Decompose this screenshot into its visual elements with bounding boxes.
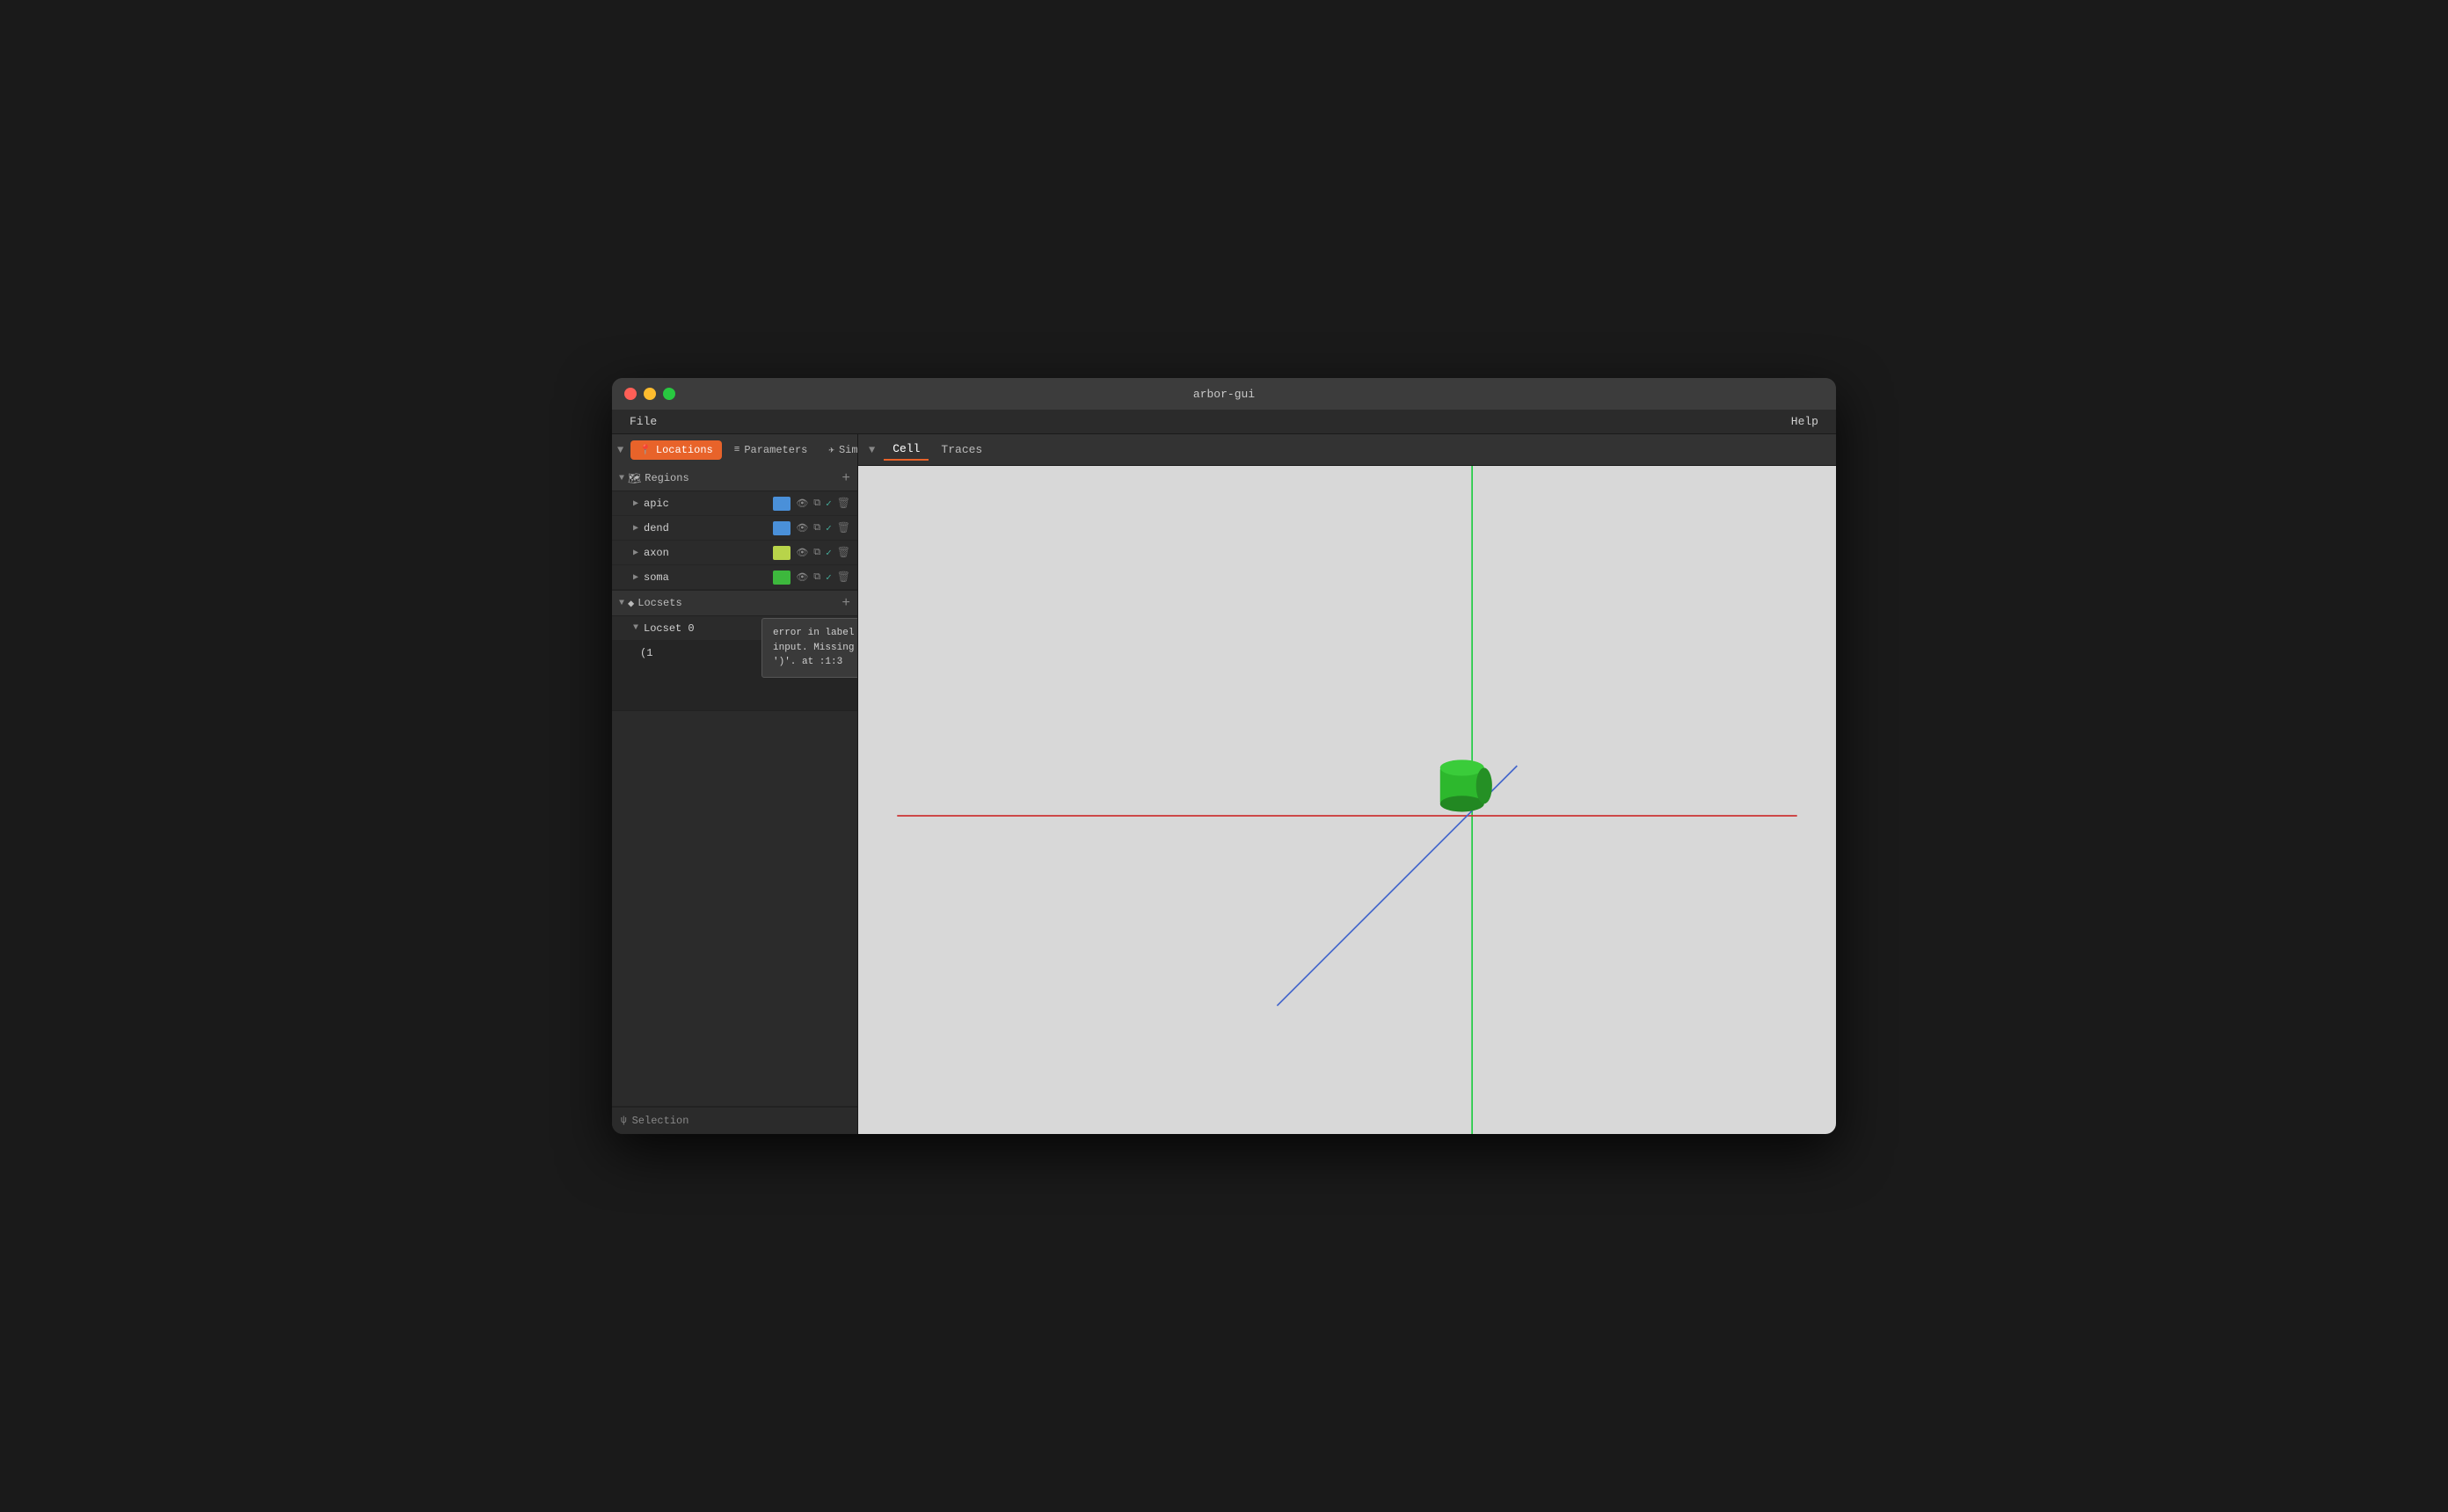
regions-add-button[interactable]: + [842, 471, 850, 485]
left-tab-bar: ▼ 📍 Locations ≡ Parameters ✈ Simulation [612, 434, 857, 466]
soma-check-icon: ✓ [826, 571, 832, 584]
dend-name: dend [644, 522, 773, 534]
region-row-apic: ▶ apic 👁 ⧉ ✓ 🗑 [612, 491, 857, 516]
axon-color-swatch[interactable] [773, 546, 790, 560]
regions-map-icon: 🗺 [628, 472, 641, 485]
locset0-icons: ◉ ⧉ ⚠ [802, 622, 832, 635]
apic-expand-arrow[interactable]: ▶ [633, 498, 638, 509]
apic-name: apic [644, 498, 773, 510]
left-content: ▼ 🗺 Regions + ▶ apic 👁 ⧉ ✓ 🗑 [612, 466, 857, 1106]
file-menu[interactable]: File [623, 413, 664, 430]
locations-icon: 📍 [639, 444, 652, 456]
soma-color-swatch[interactable] [773, 571, 790, 585]
locsets-section-header: ▼ ◆ Locsets + [612, 591, 857, 616]
axon-icons: 👁 ⧉ ✓ [796, 547, 831, 559]
soma-eye-icon[interactable]: 👁 [796, 571, 808, 584]
scene-svg [858, 466, 1836, 1134]
axon-name: axon [644, 547, 773, 559]
locset0-expand-arrow[interactable]: ▼ [633, 623, 638, 633]
tab-locations[interactable]: 📍 Locations [630, 440, 722, 460]
locset0-copy-icon[interactable]: ⧉ [813, 623, 820, 634]
locset0-code-area[interactable]: (1 [612, 641, 857, 711]
locset0-trash-icon[interactable]: 🗑 [837, 622, 850, 635]
regions-section-header: ▼ 🗺 Regions + [612, 466, 857, 491]
window-title: arbor-gui [1193, 388, 1255, 401]
locsets-title: Locsets [638, 597, 842, 609]
tab-locations-label: Locations [656, 444, 713, 456]
tab-cell[interactable]: Cell [884, 439, 929, 461]
dend-eye-icon[interactable]: 👁 [796, 522, 808, 534]
axon-copy-icon[interactable]: ⧉ [813, 548, 820, 558]
app-window: arbor-gui File Help ▼ 📍 Locations ≡ Para… [612, 378, 1836, 1134]
locset0-name: Locset 0 [644, 622, 779, 635]
maximize-button[interactable] [663, 388, 675, 400]
app-body: ▼ 📍 Locations ≡ Parameters ✈ Simulation … [612, 434, 1836, 1134]
dend-expand-arrow[interactable]: ▶ [633, 523, 638, 534]
apic-trash-icon[interactable]: 🗑 [837, 497, 850, 510]
filter-icon: ▼ [617, 444, 623, 456]
locset-row-0: ▼ Locset 0 ◉ ⧉ ⚠ 🗑 error in label descri… [612, 616, 857, 641]
dend-trash-icon[interactable]: 🗑 [837, 521, 850, 534]
viewport-background [897, 466, 1796, 1134]
close-button[interactable] [624, 388, 637, 400]
region-row-dend: ▶ dend 👁 ⧉ ✓ 🗑 [612, 516, 857, 541]
soma-expand-arrow[interactable]: ▶ [633, 572, 638, 583]
parameters-icon: ≡ [734, 445, 740, 455]
menu-bar: File Help [612, 410, 1836, 434]
regions-arrow[interactable]: ▼ [619, 474, 624, 483]
left-panel: ▼ 📍 Locations ≡ Parameters ✈ Simulation … [612, 434, 858, 1134]
locset0-code-text: (1 [640, 647, 652, 659]
axon-trash-icon[interactable]: 🗑 [837, 546, 850, 559]
apic-eye-icon[interactable]: 👁 [796, 498, 808, 510]
dend-check-icon: ✓ [826, 522, 832, 534]
dend-icons: 👁 ⧉ ✓ [796, 522, 831, 534]
apic-icons: 👁 ⧉ ✓ [796, 498, 831, 510]
minimize-button[interactable] [644, 388, 656, 400]
soma-copy-icon[interactable]: ⧉ [813, 572, 820, 583]
soma-name: soma [644, 571, 773, 584]
axon-expand-arrow[interactable]: ▶ [633, 548, 638, 558]
3d-viewport[interactable] [858, 466, 1836, 1134]
soma-icons: 👁 ⧉ ✓ [796, 571, 831, 584]
title-bar: arbor-gui [612, 378, 1836, 410]
locset0-eye-icon[interactable]: ◉ [802, 622, 808, 635]
right-tab-bar: ▼ Cell Traces [858, 434, 1836, 466]
simulation-icon: ✈ [828, 444, 834, 456]
selection-label: Selection [632, 1115, 689, 1127]
selection-section: ψ Selection [612, 1106, 857, 1134]
locset0-color-swatch[interactable] [779, 622, 797, 636]
locset0-warning-icon: ⚠ [826, 622, 832, 635]
tab-parameters-label: Parameters [744, 444, 807, 456]
selection-psi-icon: ψ [621, 1116, 627, 1126]
window-controls [624, 388, 675, 400]
soma-trash-icon[interactable]: 🗑 [837, 571, 850, 584]
locsets-diamond-icon: ◆ [628, 597, 634, 610]
dend-color-swatch[interactable] [773, 521, 790, 535]
axon-check-icon: ✓ [826, 547, 832, 559]
help-menu[interactable]: Help [1784, 413, 1825, 430]
apic-color-swatch[interactable] [773, 497, 790, 511]
right-panel: ▼ Cell Traces [858, 434, 1836, 1134]
locsets-add-button[interactable]: + [842, 596, 850, 610]
apic-check-icon: ✓ [826, 498, 832, 510]
right-filter-icon: ▼ [869, 444, 875, 456]
tab-parameters[interactable]: ≡ Parameters [725, 440, 817, 460]
axon-eye-icon[interactable]: 👁 [796, 547, 808, 559]
regions-title: Regions [645, 472, 842, 484]
locsets-arrow[interactable]: ▼ [619, 599, 624, 608]
dend-copy-icon[interactable]: ⧉ [813, 523, 820, 534]
apic-copy-icon[interactable]: ⧉ [813, 498, 820, 509]
region-row-soma: ▶ soma 👁 ⧉ ✓ 🗑 [612, 565, 857, 590]
tab-traces[interactable]: Traces [932, 440, 991, 460]
locsets-section: ▼ ◆ Locsets + ▼ Locset 0 ◉ ⧉ ⚠ [612, 590, 857, 711]
region-row-axon: ▶ axon 👁 ⧉ ✓ 🗑 [612, 541, 857, 565]
